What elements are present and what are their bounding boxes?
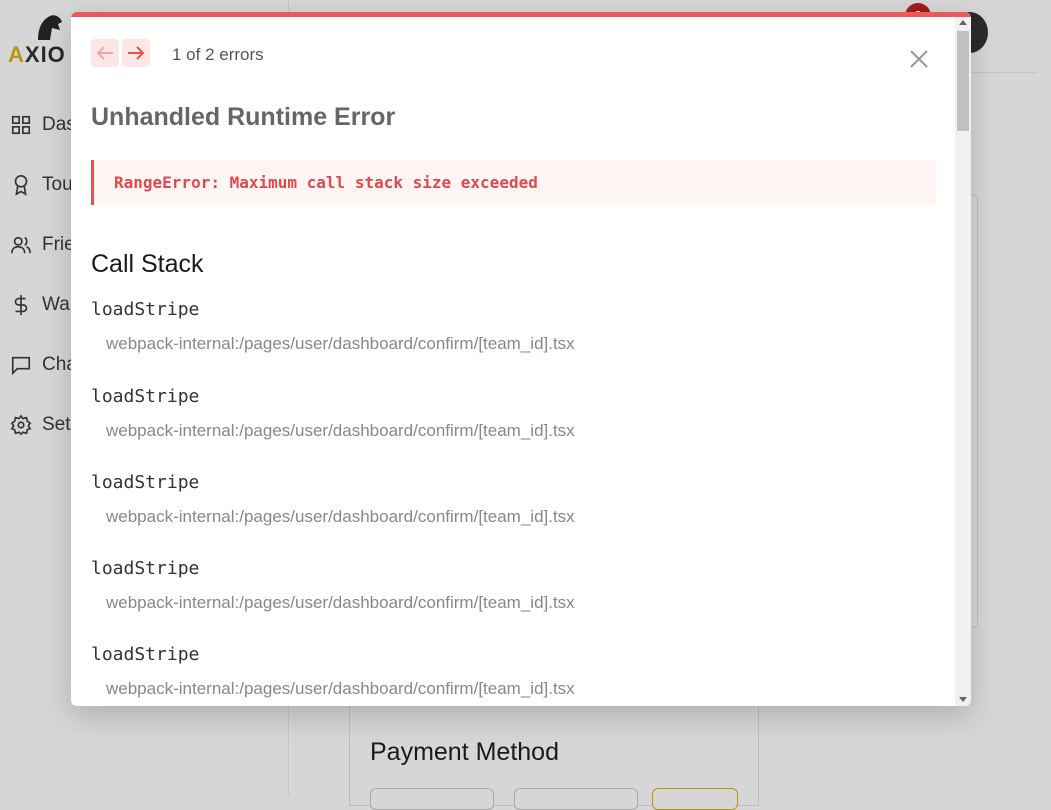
arrow-left-icon xyxy=(96,46,113,60)
payment-method-title: Payment Method xyxy=(370,738,559,766)
sidebar-item-dashboard[interactable]: Das xyxy=(10,113,76,137)
dollar-icon xyxy=(14,294,28,316)
next-error-button[interactable] xyxy=(122,39,150,67)
stack-frame[interactable]: loadStripe webpack-internal:/pages/user/… xyxy=(91,558,931,613)
payment-option[interactable] xyxy=(370,788,494,810)
stack-frame-function: loadStripe xyxy=(91,386,200,407)
stack-frame-file[interactable]: webpack-internal:/pages/user/dashboard/c… xyxy=(106,679,931,699)
stack-frame[interactable]: loadStripe webpack-internal:/pages/user/… xyxy=(91,299,931,354)
stack-frame-file[interactable]: webpack-internal:/pages/user/dashboard/c… xyxy=(106,593,931,613)
scroll-down-arrow-icon[interactable] xyxy=(959,697,967,702)
dialog-scrollbar[interactable] xyxy=(955,17,971,706)
dialog-body: 1 of 2 errors Unhandled Runtime Error Ra… xyxy=(71,17,955,706)
sidebar-item-label: Tou xyxy=(42,174,73,195)
arrow-right-icon xyxy=(128,46,145,60)
error-message-box: RangeError: Maximum call stack size exce… xyxy=(91,160,936,205)
scroll-thumb[interactable] xyxy=(957,31,969,131)
error-title: Unhandled Runtime Error xyxy=(91,103,396,131)
users-icon xyxy=(11,236,31,254)
previous-error-button[interactable] xyxy=(91,39,119,67)
sidebar-item-label: Frie xyxy=(42,234,75,255)
stack-frame-file[interactable]: webpack-internal:/pages/user/dashboard/c… xyxy=(106,507,931,527)
award-icon xyxy=(14,175,28,196)
logo-text: AXIO xyxy=(8,42,66,68)
sidebar-item-chat[interactable]: Cha xyxy=(10,353,77,377)
close-button[interactable] xyxy=(904,44,934,74)
logo-text-main: XIO xyxy=(24,42,66,67)
stack-frame-function: loadStripe xyxy=(91,644,200,665)
stack-frame-function: loadStripe xyxy=(91,299,200,320)
app-logo[interactable]: AXIO xyxy=(8,10,78,70)
error-overlay-dialog: 1 of 2 errors Unhandled Runtime Error Ra… xyxy=(71,12,971,706)
sidebar-item-settings[interactable]: Set xyxy=(10,413,71,437)
error-pagination xyxy=(91,39,153,67)
stack-frame-file[interactable]: webpack-internal:/pages/user/dashboard/c… xyxy=(106,334,931,354)
header-divider xyxy=(960,72,1037,73)
call-stack-title: Call Stack xyxy=(91,250,204,278)
sidebar-item-friends[interactable]: Frie xyxy=(10,233,75,257)
payment-option-selected[interactable] xyxy=(652,788,738,810)
close-icon xyxy=(910,50,928,68)
stack-frame[interactable]: loadStripe webpack-internal:/pages/user/… xyxy=(91,472,931,527)
stack-frame-file[interactable]: webpack-internal:/pages/user/dashboard/c… xyxy=(106,421,931,441)
sidebar-item-label: Wa xyxy=(42,294,70,315)
stack-frame[interactable]: loadStripe webpack-internal:/pages/user/… xyxy=(91,386,931,441)
sidebar-item-tournaments[interactable]: Tou xyxy=(10,173,73,197)
gear-icon xyxy=(10,414,32,436)
logo-text-accent: A xyxy=(8,42,25,67)
chat-icon xyxy=(11,356,31,376)
grid-icon xyxy=(11,115,31,135)
knight-logo-icon xyxy=(38,15,62,40)
scroll-up-arrow-icon[interactable] xyxy=(959,20,967,25)
error-message: RangeError: Maximum call stack size exce… xyxy=(114,173,538,192)
stack-frame[interactable]: loadStripe webpack-internal:/pages/user/… xyxy=(91,644,931,699)
sidebar-item-label: Set xyxy=(42,414,71,435)
payment-option[interactable] xyxy=(514,788,638,810)
stack-frame-function: loadStripe xyxy=(91,558,200,579)
sidebar-item-wallet[interactable]: Wa xyxy=(10,293,70,317)
stack-frame-function: loadStripe xyxy=(91,472,200,493)
error-count: 1 of 2 errors xyxy=(172,45,264,64)
